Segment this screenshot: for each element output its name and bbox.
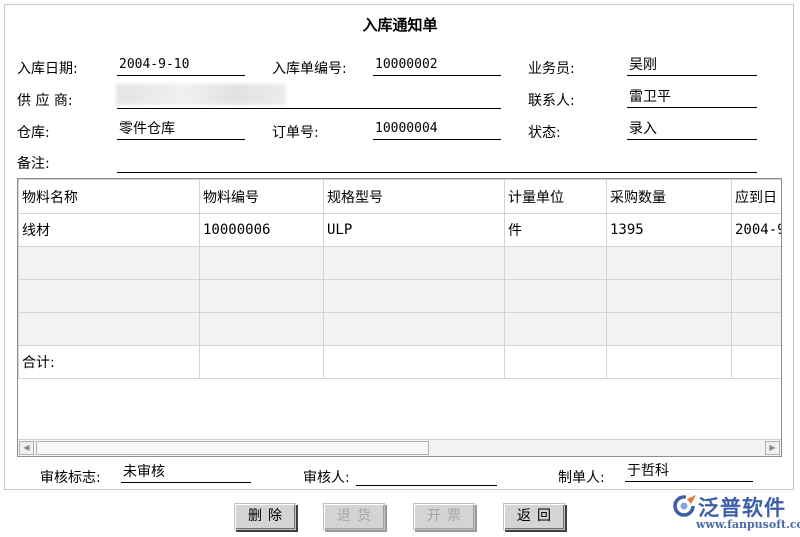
po-field[interactable]: 10000004 xyxy=(373,120,501,140)
auditor-label: 审核人: xyxy=(303,470,350,486)
table-cell[interactable] xyxy=(731,312,781,346)
table-cell[interactable] xyxy=(323,279,505,313)
audit-flag-field[interactable]: 未审核 xyxy=(121,463,251,483)
status-label: 状态: xyxy=(528,125,561,141)
horizontal-scrollbar[interactable]: ◀ ▶ xyxy=(18,439,781,456)
table-cell[interactable]: 件 xyxy=(504,213,607,247)
maker-label: 制单人: xyxy=(558,470,605,486)
supplier-label: 供 应 商: xyxy=(17,93,73,109)
logo-icon xyxy=(673,495,696,517)
audit-flag-label: 审核标志: xyxy=(40,470,101,486)
po-label: 订单号: xyxy=(272,125,319,141)
total-label: 合计: xyxy=(18,345,200,379)
table-cell[interactable] xyxy=(199,312,324,346)
delete-button[interactable]: 删除 xyxy=(234,503,296,530)
items-table: 物料名称 物料编号 规格型号 计量单位 采购数量 应到日 线材 10000006… xyxy=(18,179,781,379)
table-cell[interactable] xyxy=(199,279,324,313)
contact-field[interactable]: 雷卫平 xyxy=(627,88,757,108)
date-field[interactable]: 2004-9-10 xyxy=(117,56,245,76)
table-header-row: 物料名称 物料编号 规格型号 计量单位 采购数量 应到日 xyxy=(18,179,781,214)
return-goods-button[interactable]: 退货 xyxy=(323,503,385,530)
maker-field[interactable]: 于哲科 xyxy=(625,462,753,482)
table-cell[interactable] xyxy=(606,312,732,346)
table-cell[interactable] xyxy=(18,312,200,346)
scroll-right-icon[interactable]: ▶ xyxy=(765,441,780,455)
order-no-label: 入库单编号: xyxy=(272,61,347,77)
table-total-row: 合计: xyxy=(18,345,781,379)
table-row-empty[interactable] xyxy=(18,312,781,346)
table-cell xyxy=(606,345,732,379)
table-row-empty[interactable] xyxy=(18,279,781,313)
table-cell[interactable] xyxy=(18,246,200,280)
brand-logo: 泛普软件 www.fanpusoft.com xyxy=(672,492,800,534)
order-no-field[interactable]: 10000002 xyxy=(373,56,501,76)
warehouse-label: 仓库: xyxy=(17,125,50,141)
back-button[interactable]: 返回 xyxy=(503,503,565,530)
table-cell[interactable] xyxy=(731,279,781,313)
scroll-left-icon[interactable]: ◀ xyxy=(19,441,34,455)
table-cell[interactable] xyxy=(323,312,505,346)
status-field[interactable]: 录入 xyxy=(627,120,757,140)
table-cell xyxy=(504,345,607,379)
remark-field[interactable] xyxy=(117,153,757,173)
salesman-field[interactable]: 吴刚 xyxy=(627,56,757,76)
table-cell[interactable] xyxy=(504,279,607,313)
table-cell xyxy=(199,345,324,379)
table-cell[interactable] xyxy=(199,246,324,280)
table-cell[interactable] xyxy=(504,246,607,280)
col-header[interactable]: 规格型号 xyxy=(323,179,505,214)
table-cell[interactable]: ULP xyxy=(323,213,505,247)
supplier-redacted xyxy=(116,84,286,105)
table-cell[interactable] xyxy=(731,246,781,280)
table-cell[interactable] xyxy=(18,279,200,313)
table-row-empty[interactable] xyxy=(18,246,781,280)
col-header[interactable]: 物料名称 xyxy=(18,179,200,214)
table-cell[interactable]: 线材 xyxy=(18,213,200,247)
col-header[interactable]: 计量单位 xyxy=(504,179,607,214)
col-header[interactable]: 采购数量 xyxy=(606,179,732,214)
table-cell xyxy=(323,345,505,379)
logo-url: www.fanpusoft.com xyxy=(696,518,800,531)
invoice-button[interactable]: 开票 xyxy=(413,503,475,530)
col-header[interactable]: 物料编号 xyxy=(199,179,324,214)
table-cell[interactable] xyxy=(606,279,732,313)
page-title: 入库通知单 xyxy=(362,16,438,34)
table-cell[interactable]: 10000006 xyxy=(199,213,324,247)
items-grid[interactable]: 物料名称 物料编号 规格型号 计量单位 采购数量 应到日 线材 10000006… xyxy=(17,178,782,457)
warehouse-field[interactable]: 零件仓库 xyxy=(117,120,245,140)
table-cell[interactable]: 2004-9 xyxy=(731,213,781,247)
date-label: 入库日期: xyxy=(17,61,78,77)
table-cell xyxy=(731,345,781,379)
scrollbar-thumb[interactable] xyxy=(36,441,429,455)
table-cell[interactable] xyxy=(606,246,732,280)
contact-label: 联系人: xyxy=(528,93,575,109)
table-row[interactable]: 线材 10000006 ULP 件 1395 2004-9 xyxy=(18,213,781,247)
col-header[interactable]: 应到日 xyxy=(731,179,781,214)
salesman-label: 业务员: xyxy=(528,61,575,77)
table-cell[interactable] xyxy=(504,312,607,346)
table-cell[interactable] xyxy=(323,246,505,280)
remark-label: 备注: xyxy=(17,156,50,172)
table-cell[interactable]: 1395 xyxy=(606,213,732,247)
auditor-field[interactable] xyxy=(356,466,497,486)
